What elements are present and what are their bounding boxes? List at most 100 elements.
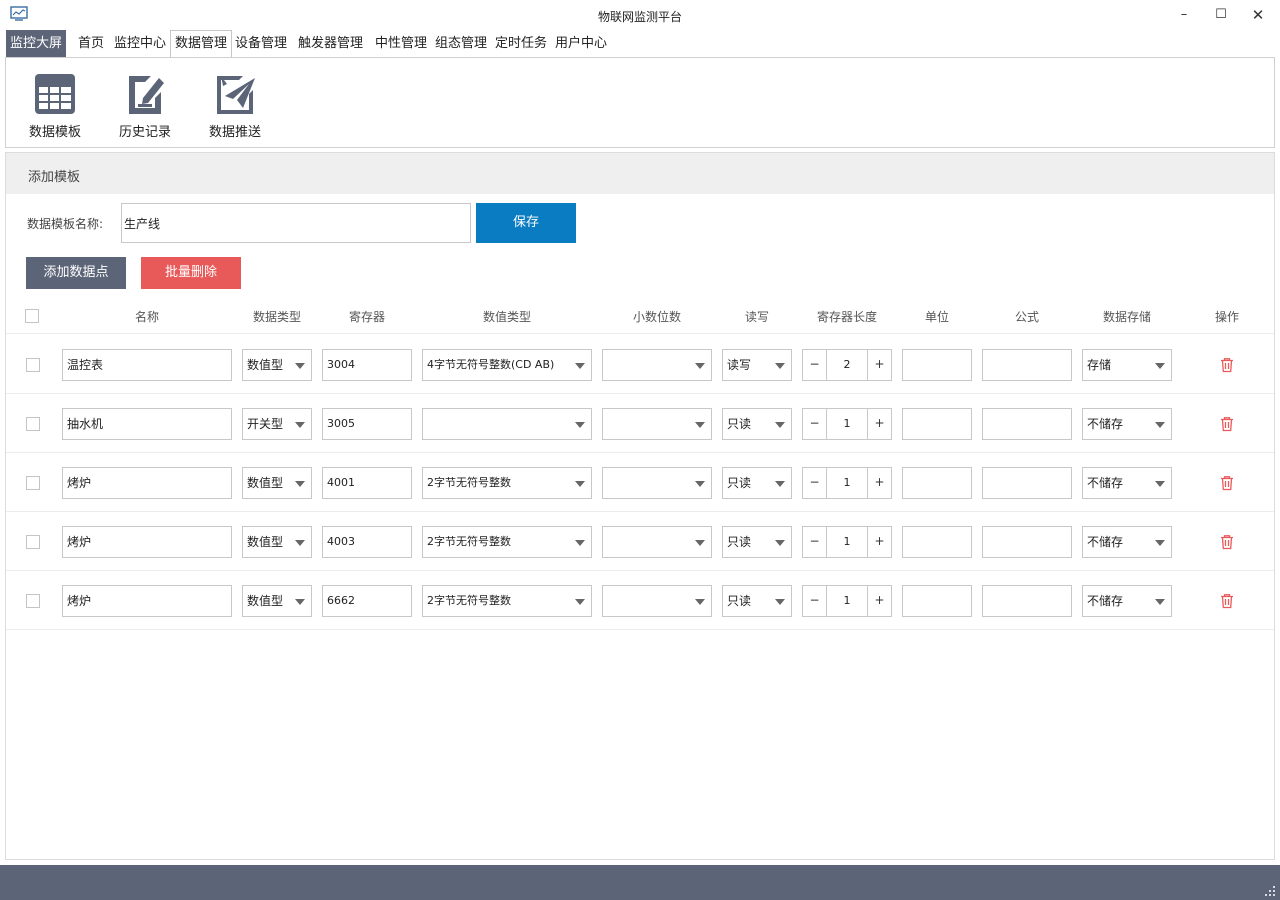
save-button[interactable]: 保存 [476,203,576,243]
register-length-value[interactable]: 1 [827,527,867,557]
formula-field[interactable] [982,526,1072,558]
header-actions: 操作 [1214,310,1239,324]
decimals-select[interactable] [602,349,712,381]
value-type-select[interactable]: 2字节无符号整数 [422,526,592,558]
formula-field[interactable] [982,349,1072,381]
tool-data-template[interactable]: 数据模板 [20,72,90,140]
register-length-value[interactable]: 1 [827,409,867,439]
add-data-point-button[interactable]: 添加数据点 [26,257,126,289]
decimals-select[interactable] [602,467,712,499]
unit-field[interactable] [902,526,972,558]
decimals-select[interactable] [602,526,712,558]
data-type-select[interactable]: 数值型 [242,467,312,499]
unit-field[interactable] [902,408,972,440]
menu-scheduled-tasks[interactable]: 定时任务 [491,30,551,58]
formula-field[interactable] [982,408,1072,440]
menu-monitor-center[interactable]: 监控中心 [110,30,170,58]
storage-select[interactable]: 不储存 [1082,467,1172,499]
batch-delete-button[interactable]: 批量删除 [141,257,241,289]
decrement-button[interactable]: − [803,468,827,498]
value-type-select[interactable]: 2字节无符号整数 [422,467,592,499]
window-title: 物联网监测平台 [597,10,682,24]
name-field[interactable]: 抽水机 [62,408,232,440]
register-field[interactable]: 3005 [322,408,412,440]
table-row: 烤炉 数值型 4003 2字节无符号整数 只读 − 1 + 不储存 [6,512,1274,571]
trash-icon[interactable] [1219,534,1235,550]
read-write-select[interactable]: 只读 [722,585,792,617]
data-type-select[interactable]: 数值型 [242,349,312,381]
data-type-select[interactable]: 数值型 [242,585,312,617]
name-field[interactable]: 温控表 [62,349,232,381]
name-field[interactable]: 烤炉 [62,585,232,617]
decrement-button[interactable]: − [803,586,827,616]
menu-monitor-screen[interactable]: 监控大屏 [6,30,67,58]
decimals-select[interactable] [602,408,712,440]
unit-field[interactable] [902,349,972,381]
read-write-select[interactable]: 只读 [722,408,792,440]
row-checkbox[interactable] [26,594,40,608]
header-unit: 单位 [924,310,949,324]
maximize-button[interactable]: ☐ [1209,4,1233,26]
data-type-select[interactable]: 数值型 [242,526,312,558]
register-length-stepper: − 2 + [802,349,892,381]
value-type-select[interactable]: 2字节无符号整数 [422,585,592,617]
trash-icon[interactable] [1219,357,1235,373]
trash-icon[interactable] [1219,593,1235,609]
row-checkbox[interactable] [26,476,40,490]
register-field[interactable]: 6662 [322,585,412,617]
trash-icon[interactable] [1219,416,1235,432]
menu-device-management[interactable]: 设备管理 [231,30,291,58]
register-length-value[interactable]: 1 [827,468,867,498]
row-checkbox[interactable] [26,417,40,431]
register-length-value[interactable]: 2 [827,350,867,380]
menu-user-center[interactable]: 用户中心 [551,30,611,58]
register-length-value[interactable]: 1 [827,586,867,616]
value-type-select[interactable]: 4字节无符号整数(CD AB) [422,349,592,381]
unit-field[interactable] [902,585,972,617]
increment-button[interactable]: + [867,409,891,439]
register-field[interactable]: 4001 [322,467,412,499]
storage-select[interactable]: 不储存 [1082,408,1172,440]
menu-trigger-management[interactable]: 触发器管理 [294,30,367,58]
decrement-button[interactable]: − [803,527,827,557]
register-field[interactable]: 3004 [322,349,412,381]
menu-configuration-management[interactable]: 组态管理 [431,30,491,58]
register-field[interactable]: 4003 [322,526,412,558]
header-register: 寄存器 [348,310,385,324]
template-name-input[interactable] [121,203,471,243]
tool-history[interactable]: 历史记录 [110,72,180,140]
value-type-select[interactable] [422,408,592,440]
increment-button[interactable]: + [867,350,891,380]
row-checkbox[interactable] [26,535,40,549]
read-write-select[interactable]: 只读 [722,467,792,499]
formula-field[interactable] [982,585,1072,617]
read-write-select[interactable]: 只读 [722,526,792,558]
name-field[interactable]: 烤炉 [62,467,232,499]
title-bar: 物联网监测平台 – ☐ ✕ [0,0,1280,30]
increment-button[interactable]: + [867,468,891,498]
unit-field[interactable] [902,467,972,499]
increment-button[interactable]: + [867,586,891,616]
close-button[interactable]: ✕ [1246,4,1270,26]
formula-field[interactable] [982,467,1072,499]
decrement-button[interactable]: − [803,409,827,439]
increment-button[interactable]: + [867,527,891,557]
storage-select[interactable]: 不储存 [1082,526,1172,558]
select-all-checkbox[interactable] [25,309,39,323]
decrement-button[interactable]: − [803,350,827,380]
row-checkbox[interactable] [26,358,40,372]
storage-select[interactable]: 不储存 [1082,585,1172,617]
menu-data-management[interactable]: 数据管理 [170,30,233,58]
name-field[interactable]: 烤炉 [62,526,232,558]
tool-data-push[interactable]: 数据推送 [200,72,270,140]
trash-icon[interactable] [1219,475,1235,491]
tool-label: 数据模板 [28,125,81,140]
resize-grip-icon[interactable] [1264,885,1276,897]
minimize-button[interactable]: – [1172,4,1196,26]
storage-select[interactable]: 存储 [1082,349,1172,381]
decimals-select[interactable] [602,585,712,617]
data-type-select[interactable]: 开关型 [242,408,312,440]
menu-neutral-management[interactable]: 中性管理 [371,30,431,58]
read-write-select[interactable]: 读写 [722,349,792,381]
menu-home[interactable]: 首页 [74,30,108,58]
